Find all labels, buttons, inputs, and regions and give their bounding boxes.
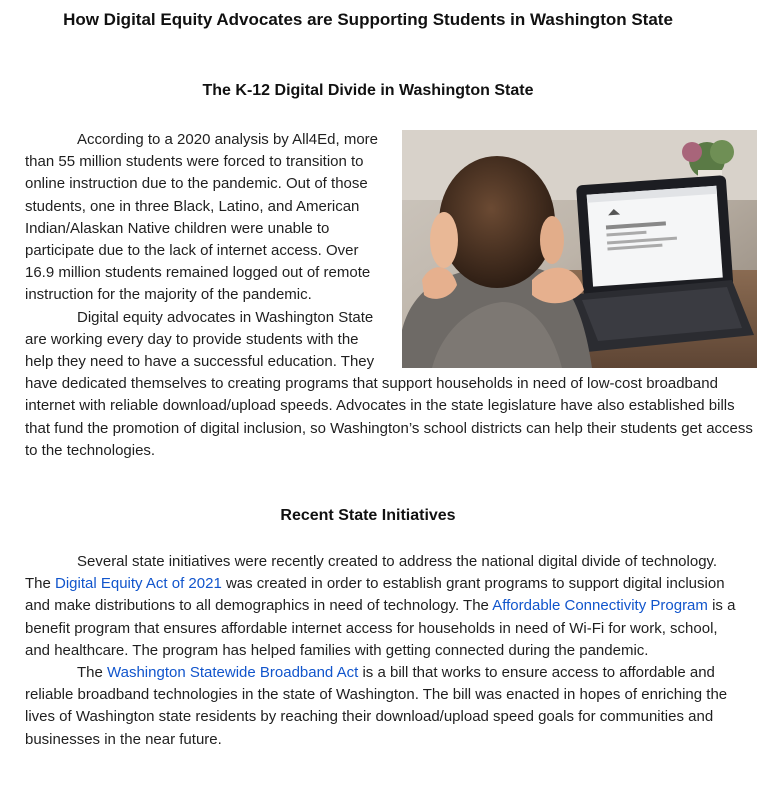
paragraph-broadband-act: The Washington Statewide Broadband Act i… bbox=[25, 662, 745, 751]
paragraph-text: The bbox=[77, 664, 108, 682]
section-state-initiatives: Several state initiatives were recently … bbox=[25, 551, 745, 751]
page-title: How Digital Equity Advocates are Support… bbox=[63, 10, 673, 29]
section-heading-state-initiatives: Recent State Initiatives bbox=[280, 507, 456, 524]
link-washington-statewide-broadband-act[interactable]: Washington Statewide Broadband Act bbox=[107, 664, 358, 681]
section-heading-digital-divide: The K-12 Digital Divide in Washington St… bbox=[202, 82, 534, 99]
link-affordable-connectivity-program[interactable]: Affordable Connectivity Program bbox=[492, 597, 708, 614]
section-digital-divide: According to a 2020 analysis by All4Ed, … bbox=[25, 129, 760, 462]
paragraph-initiatives: Several state initiatives were recently … bbox=[25, 551, 745, 662]
child-using-laptop-photo bbox=[402, 130, 757, 368]
link-digital-equity-act[interactable]: Digital Equity Act of 2021 bbox=[55, 575, 222, 592]
